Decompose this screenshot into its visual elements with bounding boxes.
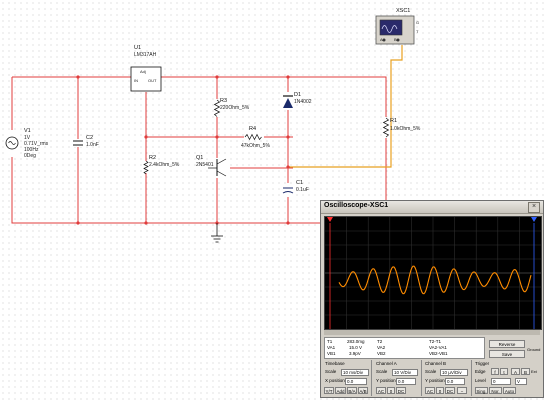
auto-trigger-button[interactable]: Auto bbox=[503, 387, 516, 394]
xsc1-ref-label: XSC1 bbox=[396, 8, 411, 14]
r1-resistor[interactable] bbox=[382, 117, 390, 138]
x-position-input[interactable]: 0.0 bbox=[345, 378, 367, 385]
channel-b-ypos-input[interactable]: 0.0 bbox=[445, 378, 465, 385]
channel-a-trace bbox=[338, 265, 532, 295]
xsc1-pin-a-label: A bbox=[380, 37, 383, 42]
channel-b-heading: Channel B bbox=[425, 361, 447, 366]
c1-ref-label: C1 bbox=[296, 180, 304, 186]
scope-scrollbar[interactable] bbox=[324, 330, 540, 335]
yt-mode-button[interactable]: Y/T bbox=[324, 387, 334, 394]
oscilloscope-window[interactable]: Oscilloscope-XSC1 × T1 VA1 VB1 283.0mg 1… bbox=[320, 200, 544, 398]
xsc1-pin-t-label: T bbox=[416, 29, 419, 34]
trigger-a-button[interactable]: A bbox=[511, 368, 520, 375]
d1-value-label: 1N4002 bbox=[294, 99, 312, 105]
r4-ref-label: R4 bbox=[249, 126, 257, 132]
r2-ref-label: R2 bbox=[149, 155, 157, 161]
ground-symbol bbox=[211, 223, 223, 243]
ground-label: Ground bbox=[527, 347, 541, 352]
channel-a-ypos-label: Y position bbox=[376, 378, 396, 383]
channel-a-scale-input[interactable]: 10 V/Div bbox=[392, 369, 418, 376]
timebase-scale-label: Scale bbox=[325, 369, 337, 374]
q1-ref-label: Q1 bbox=[196, 155, 204, 161]
scope-probe-wire bbox=[288, 45, 403, 168]
u1-part-label: LM317AH bbox=[134, 52, 157, 58]
channel-a-ypos-input[interactable]: 0.0 bbox=[396, 378, 416, 385]
r1-value-label: 1.0kOhm_5% bbox=[390, 126, 421, 132]
single-trigger-button[interactable]: Sing. bbox=[475, 387, 488, 394]
q1-transistor[interactable] bbox=[208, 158, 228, 178]
trigger-edge-label: Edge bbox=[475, 369, 486, 374]
trigger-heading: Trigger bbox=[475, 361, 490, 366]
channel-b-zero-button[interactable]: 0 bbox=[436, 387, 444, 394]
scope-graticule bbox=[325, 217, 541, 329]
channel-a-ac-button[interactable]: AC bbox=[376, 387, 386, 394]
divider bbox=[421, 360, 422, 396]
trigger-level-input[interactable]: 0 bbox=[491, 378, 511, 385]
xsc1-pin-g-label: G bbox=[416, 20, 420, 25]
rising-edge-button[interactable]: f bbox=[491, 368, 499, 375]
channel-a-dc-button[interactable]: DC bbox=[396, 387, 406, 394]
x-position-label: X position bbox=[325, 378, 345, 383]
channel-b-scale-label: Scale bbox=[425, 369, 437, 374]
cursor-t2-handle bbox=[531, 217, 537, 222]
c2-ref-label: C2 bbox=[86, 135, 94, 141]
junction-dots bbox=[76, 75, 290, 225]
r1-ref-label: R1 bbox=[390, 118, 398, 124]
c2-value-label: 1.0nF bbox=[86, 142, 99, 148]
channel-a-zero-button[interactable]: 0 bbox=[387, 387, 395, 394]
u1-adj-pin-label: Adj bbox=[140, 69, 146, 74]
u1-ref-label: U1 bbox=[134, 45, 142, 51]
r2-value-label: 2.4kOhm_5% bbox=[149, 162, 180, 168]
r4-resistor[interactable] bbox=[244, 133, 264, 141]
d1-diode[interactable] bbox=[282, 92, 294, 110]
vb1-value: 3.9pV bbox=[349, 351, 361, 356]
channel-a-scale-label: Scale bbox=[376, 369, 388, 374]
xsc1-pin-b-label: B bbox=[394, 37, 397, 42]
trigger-ext-label: Ext bbox=[531, 369, 537, 374]
channel-b-scale-input[interactable]: 10 µV/Div bbox=[440, 369, 468, 376]
c1-value-label: 0.1uF bbox=[296, 187, 309, 193]
trigger-b-button[interactable]: B bbox=[521, 368, 530, 375]
v1-ac-source[interactable] bbox=[5, 130, 19, 157]
divider bbox=[471, 360, 472, 396]
add-mode-button[interactable]: Add bbox=[335, 387, 346, 394]
vb2-vb1-label: VB2-VB1 bbox=[429, 351, 448, 356]
vb1-label: VB1 bbox=[327, 351, 336, 356]
save-button[interactable]: Save bbox=[489, 350, 525, 358]
channel-b-ac-button[interactable]: AC bbox=[425, 387, 435, 394]
channel-a-heading: Channel A bbox=[376, 361, 397, 366]
r3-ref-label: R3 bbox=[220, 98, 228, 104]
r3-value-label: 220Ohm_5% bbox=[220, 105, 250, 111]
measurement-panel: T1 VA1 VB1 283.0mg 15.0 V 3.9pV T2 VA2 V… bbox=[324, 337, 485, 359]
divider bbox=[371, 360, 372, 396]
ba-mode-button[interactable]: B/A bbox=[347, 387, 357, 394]
scope-title: Oscilloscope-XSC1 bbox=[324, 202, 389, 209]
v1-phase-label: 0Deg bbox=[24, 153, 36, 159]
u1-out-pin-label: OUT bbox=[148, 78, 157, 83]
channel-b-minus-button[interactable]: − bbox=[457, 387, 467, 394]
channel-b-dc-button[interactable]: DC bbox=[445, 387, 455, 394]
channel-b-ypos-label: Y position bbox=[425, 378, 445, 383]
normal-trigger-button[interactable]: Nor. bbox=[489, 387, 502, 394]
close-button[interactable]: × bbox=[528, 202, 540, 213]
scope-titlebar[interactable]: Oscilloscope-XSC1 × bbox=[321, 201, 543, 214]
v1-ref-label: V1 bbox=[24, 128, 31, 134]
ab-mode-button[interactable]: A/B bbox=[358, 387, 368, 394]
trigger-unit-select[interactable]: V bbox=[515, 378, 527, 385]
c2-capacitor[interactable] bbox=[72, 139, 84, 147]
c1-capacitor[interactable] bbox=[282, 184, 294, 196]
reverse-button[interactable]: Reverse bbox=[489, 340, 525, 348]
u1-in-pin-label: IN bbox=[134, 78, 138, 83]
timebase-heading: Timebase bbox=[325, 361, 345, 366]
d1-ref-label: D1 bbox=[294, 92, 302, 98]
trigger-level-label: Level bbox=[475, 378, 486, 383]
falling-edge-button[interactable]: t bbox=[500, 368, 508, 375]
q1-value-label: 2N5401 bbox=[196, 162, 214, 168]
cursor-t1-handle bbox=[327, 217, 333, 222]
r4-value-label: 47kOhm_5% bbox=[241, 143, 270, 149]
timebase-scale-input[interactable]: 10 ms/Div bbox=[341, 369, 369, 376]
vb2-label: VB2 bbox=[377, 351, 386, 356]
scope-display[interactable] bbox=[324, 216, 542, 330]
